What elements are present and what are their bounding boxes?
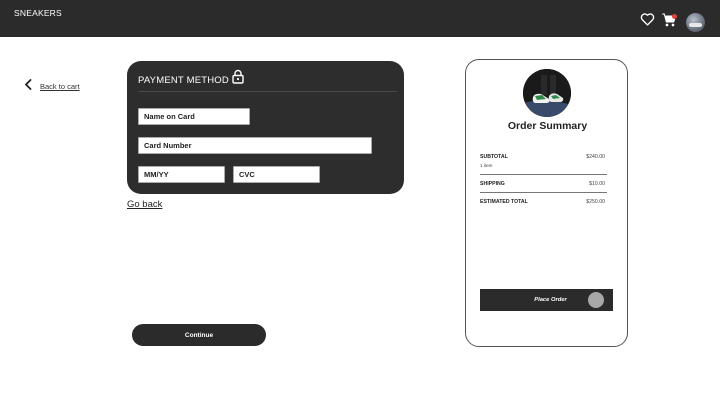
place-order-slider-knob[interactable] [588, 292, 604, 308]
top-navbar: SNEAKERS [0, 0, 720, 37]
avatar[interactable] [686, 13, 705, 32]
card-number-input[interactable] [138, 137, 372, 154]
subtotal-value: $240.00 [586, 154, 605, 160]
product-image [523, 69, 571, 117]
shipping-label: SHIPPING [480, 181, 505, 187]
summary-divider [480, 174, 607, 175]
payment-method-title: PAYMENT METHOD [138, 75, 229, 86]
brand-logo[interactable]: SNEAKERS [14, 8, 62, 18]
order-summary-title: Order Summary [507, 120, 588, 132]
cart-badge [672, 14, 677, 19]
chevron-left-icon [24, 77, 32, 95]
estimated-total-value: $250.00 [586, 199, 605, 205]
back-to-cart-link[interactable]: Back to cart [24, 77, 80, 95]
expiry-input[interactable] [138, 166, 225, 183]
payment-method-card: PAYMENT METHOD [127, 61, 404, 194]
estimated-total-label: ESTIMATED TOTAL [480, 199, 528, 205]
heart-icon[interactable] [640, 12, 655, 31]
lock-icon [232, 69, 244, 89]
place-order-button[interactable]: Place Order [480, 289, 613, 311]
go-back-link[interactable]: Go back [127, 199, 162, 210]
continue-button[interactable]: Continue [132, 324, 266, 346]
subtotal-label: SUBTOTAL [480, 154, 508, 160]
shipping-value: $10.00 [589, 181, 605, 187]
order-summary-card: Order Summary SUBTOTAL $240.00 1 item SH… [465, 59, 628, 347]
back-to-cart-label: Back to cart [40, 81, 80, 91]
item-count: 1 item [480, 163, 493, 168]
summary-divider [480, 192, 607, 193]
name-on-card-input[interactable] [138, 108, 250, 125]
cvc-input[interactable] [233, 166, 320, 183]
payment-divider [138, 91, 397, 92]
